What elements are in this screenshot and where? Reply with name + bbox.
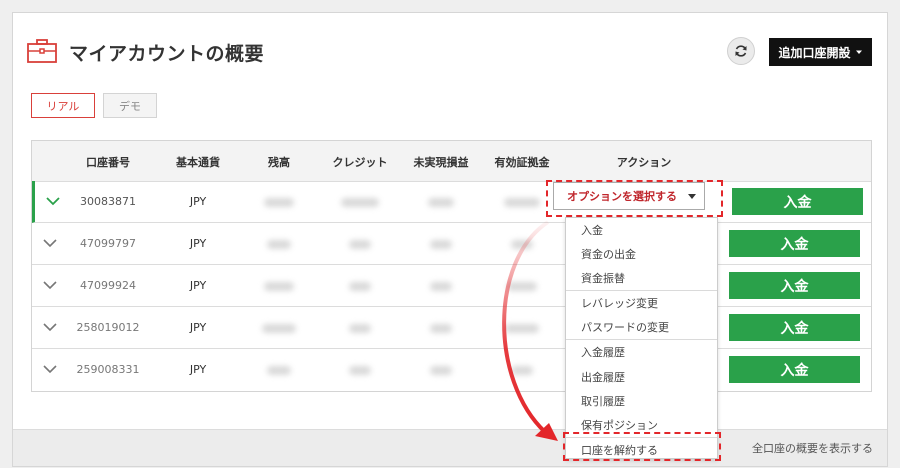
table-row: 259008331 JPY 入金 — [32, 349, 871, 391]
blurred-value — [504, 198, 540, 207]
account-overview-card: マイアカウントの概要 追加口座開設 リアル デモ 口座番号 基本通貨 残高 クレ… — [12, 12, 888, 467]
chevron-down-icon[interactable] — [42, 362, 58, 376]
add-account-button[interactable]: 追加口座開設 — [769, 38, 872, 66]
blurred-value — [267, 366, 291, 375]
column-header-account: 口座番号 — [86, 156, 130, 169]
table-row: 47099797 JPY 入金 — [32, 223, 871, 265]
blurred-value — [511, 240, 533, 249]
table-row: 258019012 JPY 入金 — [32, 307, 871, 349]
menu-item-trade-history[interactable]: 取引履歴 — [581, 393, 625, 409]
column-header-balance: 残高 — [268, 156, 290, 169]
blurred-value — [264, 282, 294, 291]
chevron-down-icon[interactable] — [42, 278, 58, 292]
blurred-value — [349, 240, 371, 249]
table-row: 30083871 JPY 入金 — [32, 181, 871, 223]
blurred-value — [428, 198, 454, 207]
chevron-down-icon[interactable] — [42, 320, 58, 334]
menu-item-withdraw[interactable]: 資金の出金 — [581, 246, 636, 262]
blurred-value — [267, 240, 291, 249]
highlight-box-select — [546, 180, 723, 217]
menu-item-deposit-history[interactable]: 入金履歴 — [581, 344, 625, 360]
account-number: 258019012 — [76, 321, 140, 334]
action-dropdown-menu: 入金 資金の出金 資金振替 レバレッジ変更 パスワードの変更 入金履歴 出金履歴… — [565, 217, 718, 459]
deposit-button[interactable]: 入金 — [729, 272, 860, 299]
menu-item-password[interactable]: パスワードの変更 — [581, 319, 669, 335]
account-number: 30083871 — [80, 195, 136, 208]
column-header-credit: クレジット — [332, 156, 388, 169]
page-title: マイアカウントの概要 — [69, 43, 265, 65]
account-number: 47099924 — [80, 279, 136, 292]
menu-item-leverage[interactable]: レバレッジ変更 — [581, 295, 658, 311]
chevron-down-icon[interactable] — [45, 194, 61, 208]
accounts-table: 口座番号 基本通貨 残高 クレジット 未実現損益 有効証拠金 アクション 300… — [31, 140, 872, 392]
footer-bar: 全口座の概要を表示する — [13, 429, 887, 466]
column-header-unrealized-pl: 未実現損益 — [413, 156, 469, 169]
refresh-button[interactable] — [727, 37, 755, 65]
menu-divider — [566, 339, 717, 340]
blurred-value — [507, 282, 537, 291]
tab-demo[interactable]: デモ — [103, 93, 157, 118]
base-currency: JPY — [189, 195, 207, 208]
base-currency: JPY — [189, 237, 207, 250]
account-number: 47099797 — [80, 237, 136, 250]
table-header: 口座番号 基本通貨 残高 クレジット 未実現損益 有効証拠金 アクション — [32, 141, 871, 182]
menu-item-deposit[interactable]: 入金 — [581, 222, 603, 238]
menu-item-positions[interactable]: 保有ポジション — [581, 417, 658, 433]
highlight-box-close-account — [563, 432, 721, 461]
blurred-value — [511, 366, 533, 375]
deposit-button[interactable]: 入金 — [729, 356, 860, 383]
blurred-value — [262, 324, 296, 333]
column-header-currency: 基本通貨 — [176, 156, 220, 169]
briefcase-icon — [27, 39, 57, 63]
add-account-label: 追加口座開設 — [778, 45, 851, 60]
menu-divider — [566, 290, 717, 291]
view-all-accounts-link[interactable]: 全口座の概要を表示する — [752, 440, 873, 456]
account-number: 259008331 — [76, 363, 140, 376]
blurred-value — [349, 366, 371, 375]
blurred-value — [430, 324, 452, 333]
blurred-value — [505, 324, 539, 333]
blurred-value — [430, 240, 452, 249]
column-header-equity: 有効証拠金 — [494, 156, 550, 169]
caret-down-icon — [855, 50, 862, 54]
chevron-down-icon[interactable] — [42, 236, 58, 250]
base-currency: JPY — [189, 279, 207, 292]
blurred-value — [430, 366, 452, 375]
menu-item-withdraw-history[interactable]: 出金履歴 — [581, 369, 625, 385]
base-currency: JPY — [189, 363, 207, 376]
blurred-value — [430, 282, 452, 291]
tab-real[interactable]: リアル — [31, 93, 95, 118]
menu-item-transfer[interactable]: 資金振替 — [581, 270, 625, 286]
deposit-button[interactable]: 入金 — [729, 314, 860, 341]
blurred-value — [349, 324, 371, 333]
blurred-value — [341, 198, 379, 207]
column-header-action: アクション — [616, 156, 672, 169]
blurred-value — [264, 198, 294, 207]
table-row: 47099924 JPY 入金 — [32, 265, 871, 307]
refresh-icon — [735, 45, 747, 57]
blurred-value — [349, 282, 371, 291]
deposit-button[interactable]: 入金 — [729, 230, 860, 257]
base-currency: JPY — [189, 321, 207, 334]
deposit-button[interactable]: 入金 — [732, 188, 863, 215]
